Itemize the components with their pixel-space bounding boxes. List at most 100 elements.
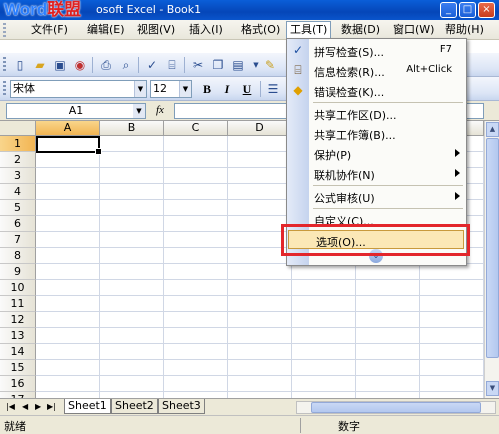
spelling-icon[interactable]: ✓	[144, 57, 160, 73]
chevron-down-icon[interactable]: ▼	[134, 81, 146, 97]
align-left-icon[interactable]: ☰	[265, 81, 281, 97]
status-mode: 数字	[338, 420, 360, 433]
column-header[interactable]: C	[164, 121, 228, 136]
row-header[interactable]: 7	[0, 232, 36, 248]
bold-button[interactable]: B	[198, 81, 216, 97]
font-size-select[interactable]: 12 ▼	[150, 80, 192, 98]
print-preview-icon[interactable]: ⌕	[118, 57, 134, 73]
column-header[interactable]: A	[36, 121, 100, 136]
menu-item-spell-check[interactable]: ✓ 拼写检查(S)... F7	[287, 41, 466, 60]
row-header[interactable]: 6	[0, 216, 36, 232]
menu-data[interactable]: 数据(D)	[338, 22, 383, 38]
menubar-grip[interactable]	[3, 23, 6, 37]
menu-item-label: 联机协作(N)	[314, 169, 375, 182]
underline-button[interactable]: U	[238, 81, 256, 97]
save-icon[interactable]: ▣	[52, 57, 68, 73]
menu-item-shortcut: F7	[439, 44, 452, 55]
menu-help[interactable]: 帮助(H)	[442, 22, 487, 38]
cell-reference: A1	[68, 104, 84, 117]
font-name-value: 宋体	[13, 82, 35, 95]
font-size-value: 12	[153, 82, 167, 95]
row-header[interactable]: 12	[0, 312, 36, 328]
row-header[interactable]: 5	[0, 200, 36, 216]
minimize-button[interactable]: _	[440, 2, 457, 18]
paste-icon[interactable]: ▤	[230, 57, 246, 73]
toolbar-separator	[184, 57, 185, 73]
window-controls: _ □ ×	[440, 2, 495, 18]
sheet-tab-2[interactable]: Sheet2	[111, 399, 158, 414]
cut-icon[interactable]: ✂	[190, 57, 206, 73]
row-header[interactable]: 8	[0, 248, 36, 264]
menu-view[interactable]: 视图(V)	[134, 22, 178, 38]
row-header[interactable]: 15	[0, 360, 36, 376]
menu-item-protection[interactable]: 保护(P)	[287, 144, 466, 163]
research-icon: ⌸	[294, 63, 302, 77]
row-header[interactable]: 4	[0, 184, 36, 200]
vertical-scrollbar[interactable]: ▲ ▼	[484, 121, 499, 398]
sheet-tab-3[interactable]: Sheet3	[158, 399, 205, 414]
row-header[interactable]: 3	[0, 168, 36, 184]
toolbar-separator	[138, 57, 139, 73]
toolbar-grip[interactable]	[3, 57, 6, 73]
research-icon[interactable]: ⌸	[164, 57, 180, 73]
permission-icon[interactable]: ◉	[72, 57, 88, 73]
select-all-corner[interactable]	[0, 121, 36, 136]
menu-file[interactable]: 文件(F)	[28, 22, 71, 38]
column-header[interactable]: D	[228, 121, 292, 136]
menu-item-formula-auditing[interactable]: 公式审核(U)	[287, 187, 466, 206]
font-name-select[interactable]: 宋体 ▼	[10, 80, 147, 98]
row-header[interactable]: 2	[0, 152, 36, 168]
scroll-down-icon[interactable]: ▼	[486, 381, 499, 396]
insert-function-icon[interactable]: fx	[156, 104, 164, 116]
scroll-thumb[interactable]	[311, 402, 481, 413]
menu-window[interactable]: 窗口(W)	[390, 22, 437, 38]
window-title: osoft Excel - Book1	[96, 3, 202, 16]
menu-format[interactable]: 格式(O)	[238, 22, 283, 38]
status-separator	[300, 418, 301, 433]
menu-item-online-collaboration[interactable]: 联机协作(N)	[287, 164, 466, 183]
title-bar: Word联盟 osoft Excel - Book1 _ □ ×	[0, 0, 499, 20]
row-header[interactable]: 14	[0, 344, 36, 360]
menu-item-shared-workspace[interactable]: 共享工作区(D)...	[287, 104, 466, 123]
active-cell[interactable]	[36, 136, 102, 155]
prev-sheet-icon[interactable]: ◀	[22, 402, 28, 411]
scroll-thumb[interactable]	[486, 138, 499, 358]
menu-edit[interactable]: 编辑(E)	[84, 22, 128, 38]
open-icon[interactable]: ▰	[32, 57, 48, 73]
last-sheet-icon[interactable]: ▶|	[47, 402, 56, 411]
sheet-tab-1[interactable]: Sheet1	[64, 399, 111, 414]
format-painter-icon[interactable]: ✎	[262, 57, 278, 73]
row-header[interactable]: 16	[0, 376, 36, 392]
toolbar-grip[interactable]	[3, 81, 6, 97]
close-button[interactable]: ×	[478, 2, 495, 18]
horizontal-scrollbar[interactable]	[296, 401, 496, 414]
chevron-down-icon[interactable]: ▼	[179, 81, 191, 97]
print-icon[interactable]: ⎙	[98, 57, 114, 73]
new-icon[interactable]: ▯	[12, 57, 28, 73]
row-header[interactable]: 1	[0, 136, 36, 152]
scroll-up-icon[interactable]: ▲	[486, 122, 499, 137]
menu-item-shared-workbook[interactable]: 共享工作簿(B)...	[287, 124, 466, 143]
menu-item-research[interactable]: ⌸ 信息检索(R)... Alt+Click	[287, 61, 466, 80]
menu-insert[interactable]: 插入(I)	[186, 22, 226, 38]
row-header[interactable]: 10	[0, 280, 36, 296]
chevron-down-icon[interactable]: ▼	[133, 104, 145, 118]
menu-item-label: 错误检查(K)...	[314, 86, 385, 99]
maximize-button[interactable]: □	[459, 2, 476, 18]
row-header[interactable]: 9	[0, 264, 36, 280]
column-header[interactable]: B	[100, 121, 164, 136]
row-header[interactable]: 11	[0, 296, 36, 312]
menu-item-error-check[interactable]: ◆ 错误检查(K)...	[287, 81, 466, 100]
next-sheet-icon[interactable]: ▶	[35, 402, 41, 411]
menu-item-shortcut: Alt+Click	[406, 64, 452, 75]
first-sheet-icon[interactable]: |◀	[6, 402, 15, 411]
menu-bar: 文件(F) 编辑(E) 视图(V) 插入(I) 格式(O) 工具(T) 数据(D…	[0, 20, 499, 40]
menu-item-label: 保护(P)	[314, 149, 352, 162]
copy-icon[interactable]: ❐	[210, 57, 226, 73]
toolbar-separator	[92, 57, 93, 73]
name-box[interactable]: A1 ▼	[6, 103, 146, 119]
row-header[interactable]: 13	[0, 328, 36, 344]
italic-button[interactable]: I	[218, 81, 236, 97]
submenu-arrow-icon	[455, 192, 460, 200]
status-ready: 就绪	[4, 420, 26, 433]
